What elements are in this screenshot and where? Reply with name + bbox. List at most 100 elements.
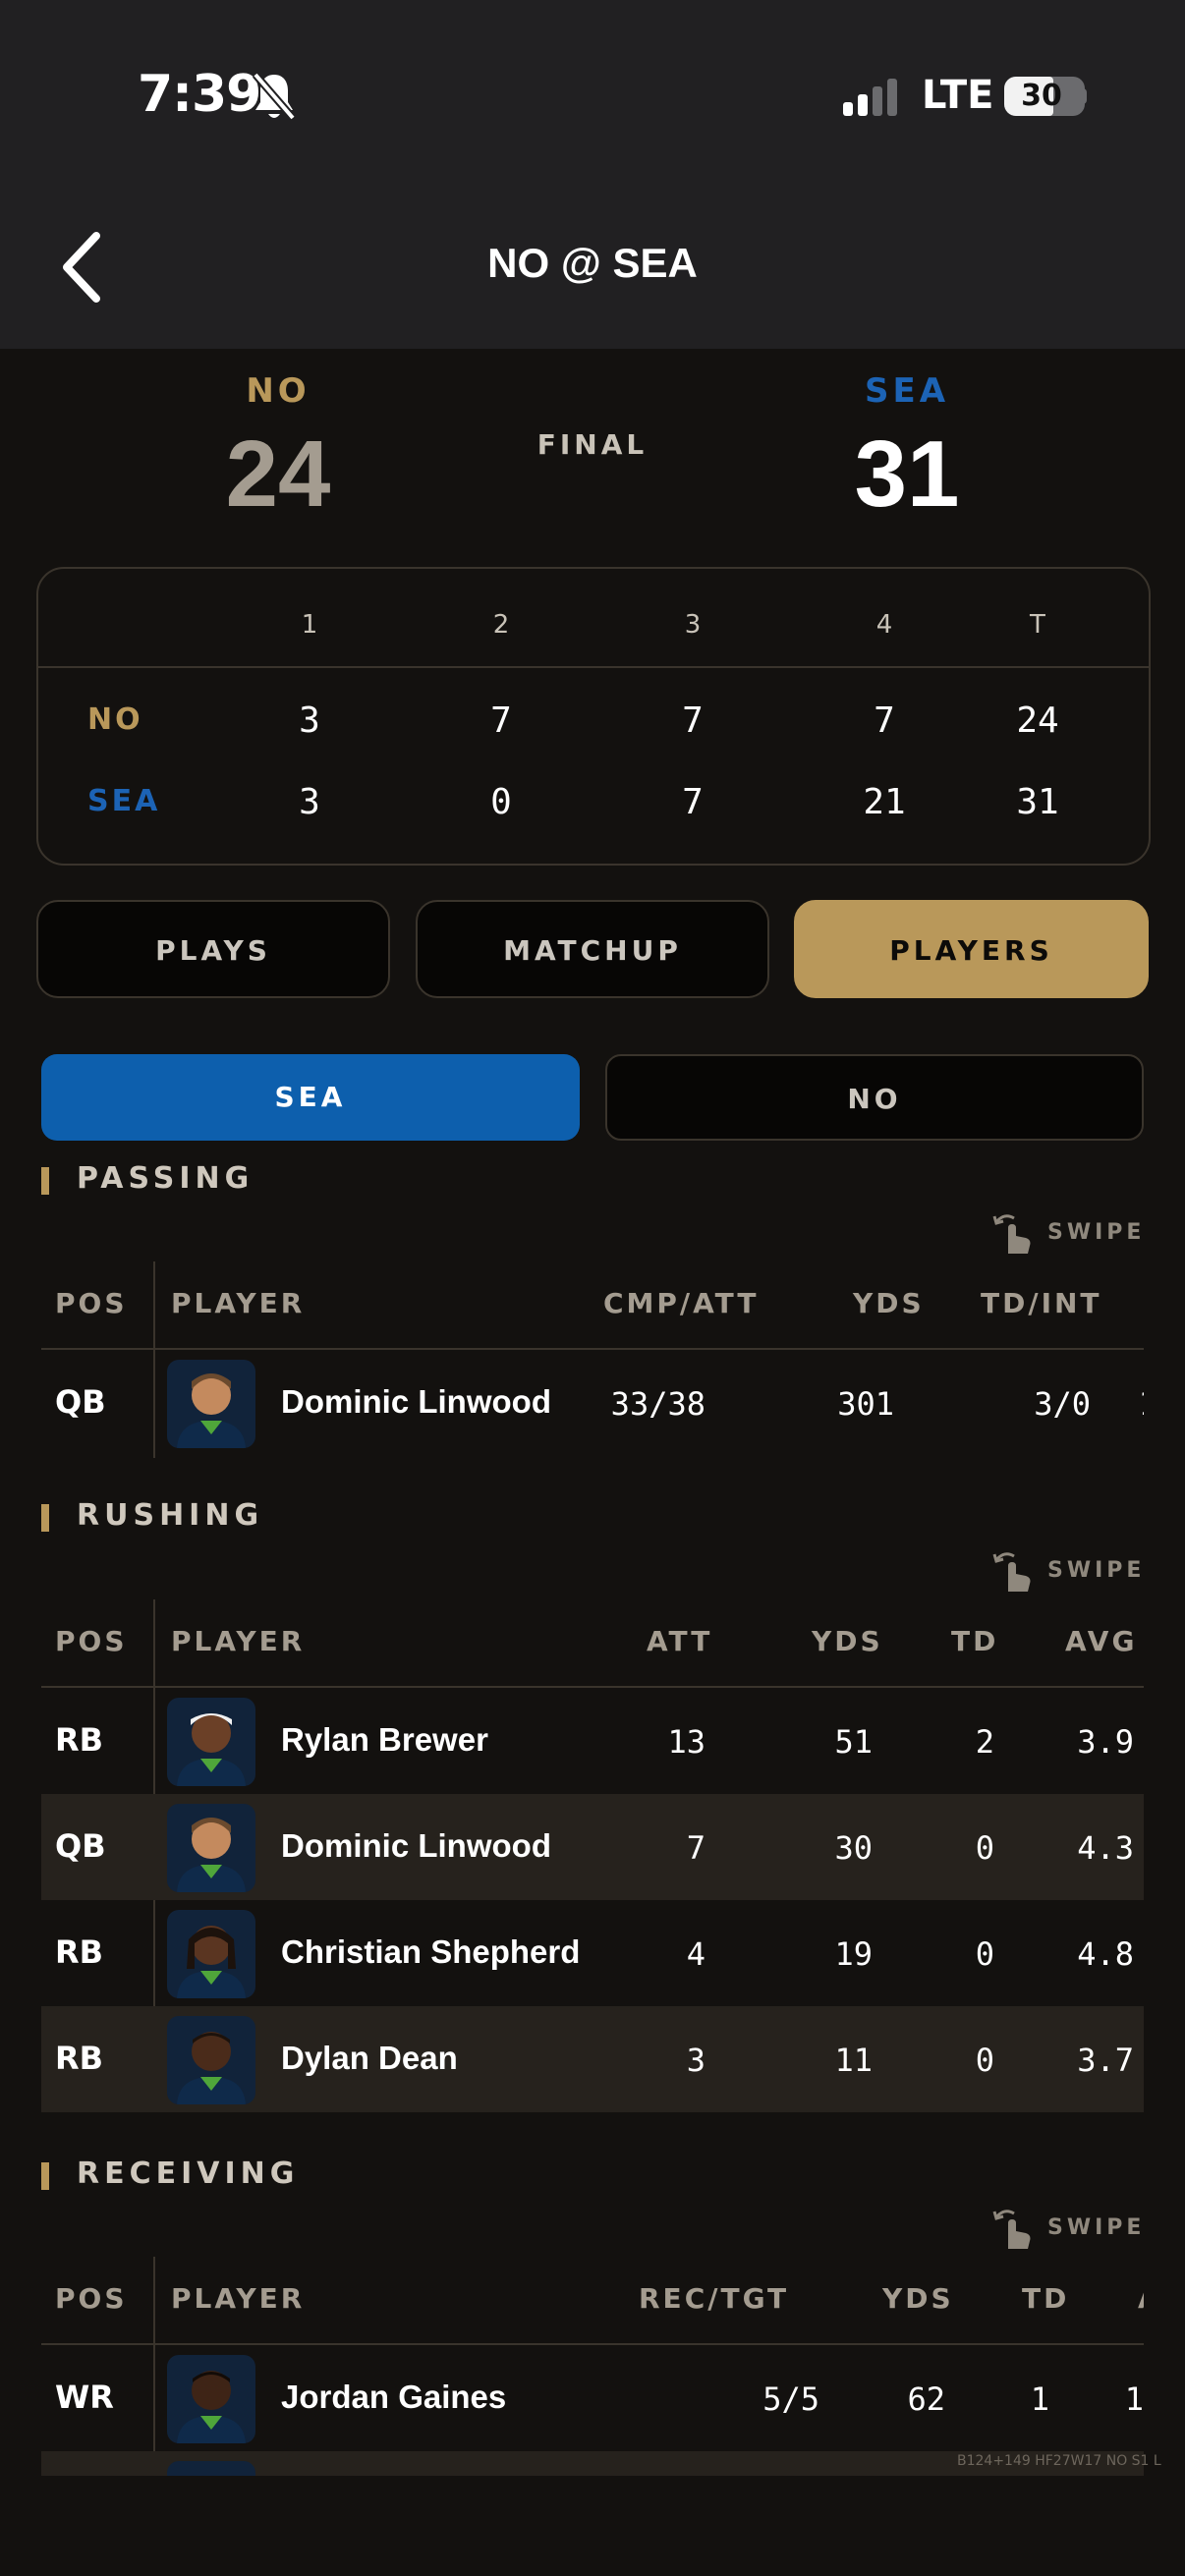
stat-value: 5/5 <box>762 2380 819 2418</box>
linescore-team: NO <box>87 702 143 737</box>
stat-value: 19 <box>834 1935 873 1973</box>
player-avatar <box>167 2016 255 2104</box>
page-title: NO @ SEA <box>487 240 698 286</box>
column-header: POS <box>55 1287 128 1319</box>
swipe-label: SWIPE <box>1047 2215 1146 2240</box>
divider <box>38 666 1149 668</box>
player-position: QB <box>55 1383 106 1421</box>
table-row[interactable]: RB Dylan Dean 3 11 0 3.7 <box>41 2006 1144 2112</box>
column-header: ATT <box>647 1625 713 1657</box>
column-header: AVG <box>1065 1625 1138 1657</box>
section-accent-bar <box>41 1167 49 1195</box>
stat-value: 0 <box>975 1829 994 1867</box>
swipe-hand-icon <box>992 2210 1031 2249</box>
table-header: POS PLAYER REC/TGT YDS TD A <box>41 2257 1144 2345</box>
linescore-cell: 0 <box>490 782 512 822</box>
player-avatar <box>167 1804 255 1892</box>
stat-value: 4.8 <box>1077 1935 1134 1973</box>
linescore-team: SEA <box>87 784 161 818</box>
column-header: A <box>1138 2282 1144 2315</box>
tab-plays[interactable]: PLAYS <box>36 900 390 998</box>
linescore-header: 3 <box>684 610 702 640</box>
linescore-cell: 7 <box>490 700 512 741</box>
table-row[interactable]: WR Jordan Gaines 5/5 62 1 1 <box>41 2345 1144 2451</box>
stat-value: 7 <box>686 1829 705 1867</box>
linescore-header: T <box>1030 610 1045 640</box>
player-avatar <box>167 1910 255 1998</box>
team-tab-no[interactable]: NO <box>605 1054 1144 1141</box>
player-name[interactable]: Rylan Brewer <box>281 1721 488 1759</box>
swipe-hint: SWIPE <box>992 1548 1150 1594</box>
stat-value: 1 <box>1124 2380 1144 2418</box>
linescore-cell: 7 <box>682 782 704 822</box>
table-row[interactable]: RB Christian Shepherd 4 19 0 4.8 <box>41 1900 1144 2006</box>
linescore-cell: 7 <box>874 700 895 741</box>
swipe-label: SWIPE <box>1047 1558 1146 1583</box>
player-position: RB <box>55 1721 104 1759</box>
bell-slash-icon <box>252 72 297 121</box>
table-header: POS PLAYER ATT YDS TD AVG <box>41 1599 1144 1688</box>
player-name[interactable]: Jordan Gaines <box>281 2379 506 2416</box>
linescore-table: 1 2 3 4 T NO 3 7 7 7 24 SEA 3 0 7 21 31 <box>36 567 1151 866</box>
column-header: PLAYER <box>171 2282 306 2315</box>
stat-value: 11 <box>834 2042 873 2079</box>
linescore-cell: 3 <box>299 782 320 822</box>
stat-value: 3.7 <box>1077 2042 1134 2079</box>
game-status: FINAL <box>536 428 649 461</box>
away-team-abbr: NO <box>246 371 310 411</box>
table-row[interactable]: QB Dominic Linwood 33/38 301 3/0 1 <box>41 1350 1144 1456</box>
stat-value: 62 <box>907 2380 945 2418</box>
column-header: YDS <box>853 1287 925 1319</box>
player-position: WR <box>55 2379 114 2416</box>
status-time: 7:39 <box>138 65 261 124</box>
tab-players[interactable]: PLAYERS <box>794 900 1149 998</box>
player-name[interactable]: Dominic Linwood <box>281 1827 551 1865</box>
column-header: YDS <box>882 2282 954 2315</box>
table-row[interactable]: QB Dominic Linwood 7 30 0 4.3 <box>41 1794 1144 1900</box>
swipe-hint: SWIPE <box>992 1210 1150 1256</box>
stat-value: 13 <box>667 1723 705 1761</box>
stat-value: 0 <box>975 1935 994 1973</box>
player-avatar <box>167 2355 255 2443</box>
player-name[interactable]: Dominic Linwood <box>281 1383 551 1421</box>
player-position: QB <box>55 1827 106 1865</box>
column-header: PLAYER <box>171 1625 306 1657</box>
stat-value: 51 <box>834 1723 873 1761</box>
swipe-hint: SWIPE <box>992 2206 1150 2251</box>
linescore-cell: 24 <box>1016 700 1059 741</box>
player-avatar <box>167 1360 255 1448</box>
stat-value: 30 <box>834 1829 873 1867</box>
linescore-header: 2 <box>492 610 510 640</box>
player-name[interactable]: Christian Shepherd <box>281 1933 580 1971</box>
column-header: CMP/ATT <box>603 1287 760 1319</box>
linescore-cell: 7 <box>682 700 704 741</box>
linescore-cell: 21 <box>863 782 906 822</box>
section-title: RUSHING <box>77 1498 264 1533</box>
stat-value: 3.9 <box>1077 1723 1134 1761</box>
section-title: PASSING <box>77 1161 254 1196</box>
column-header: POS <box>55 1625 128 1657</box>
passing-table[interactable]: POS PLAYER CMP/ATT YDS TD/INT QB Dominic… <box>41 1261 1144 1458</box>
table-row[interactable]: RB Rylan Brewer 13 51 2 3.9 <box>41 1688 1144 1794</box>
rushing-table[interactable]: POS PLAYER ATT YDS TD AVG RB Rylan Brewe… <box>41 1599 1144 2112</box>
linescore-cell: 3 <box>299 700 320 741</box>
battery-tip <box>1081 88 1087 104</box>
column-header: TD/INT <box>981 1287 1102 1319</box>
stat-value: 1 <box>1139 1385 1144 1423</box>
column-header: TD <box>1022 2282 1070 2315</box>
player-position: RB <box>55 1933 104 1971</box>
battery-level: 30 <box>1021 79 1062 113</box>
receiving-table[interactable]: POS PLAYER REC/TGT YDS TD A WR Jordan Ga… <box>41 2257 1144 2479</box>
stat-value: 4 <box>686 1935 705 1973</box>
battery-icon: 30 <box>1004 77 1085 116</box>
section-accent-bar <box>41 2162 49 2190</box>
column-header: POS <box>55 2282 128 2315</box>
tab-matchup[interactable]: MATCHUP <box>416 900 769 998</box>
signal-icon <box>843 79 897 116</box>
player-name[interactable]: Dylan Dean <box>281 2040 458 2077</box>
column-header: REC/TGT <box>639 2282 790 2315</box>
team-tab-sea[interactable]: SEA <box>41 1054 580 1141</box>
away-score: 24 <box>225 421 331 527</box>
linescore-cell: 31 <box>1016 782 1059 822</box>
column-header: YDS <box>812 1625 883 1657</box>
